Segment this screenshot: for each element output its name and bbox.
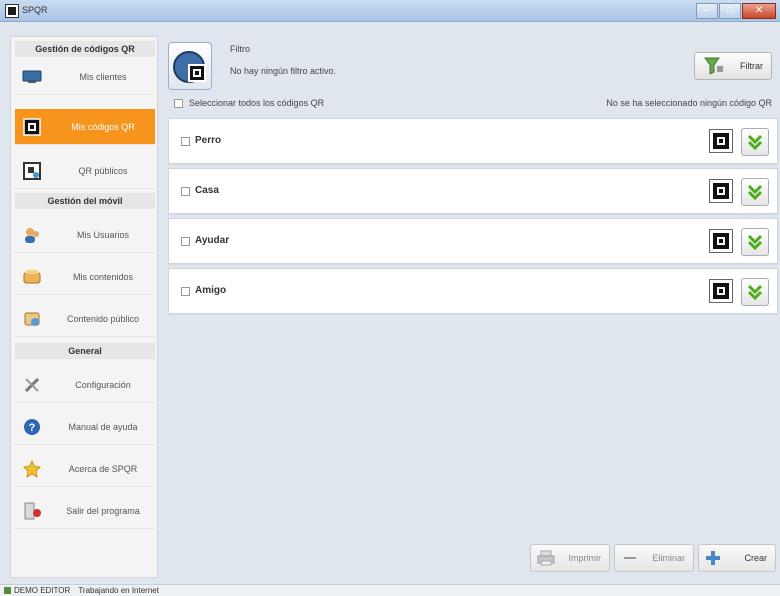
minus-icon (623, 553, 637, 563)
filter-panel: Filtro No hay ningún filtro activo. Filt… (168, 42, 778, 94)
qr-filter-icon (168, 42, 212, 90)
close-icon: ✕ (754, 5, 764, 16)
print-button[interactable]: Imprimir (530, 544, 610, 572)
create-label: Crear (744, 553, 767, 563)
row-checkbox[interactable] (181, 237, 190, 246)
chevron-double-down-icon (747, 134, 763, 151)
status-text: Trabajando en Internet (78, 586, 159, 595)
sidebar-item-label: Mis contenidos (72, 271, 134, 282)
filter-button[interactable]: Filtrar (694, 52, 772, 80)
sidebar-item-qr-publicos[interactable]: QR públicos (15, 153, 155, 189)
sidebar-item-acerca-de[interactable]: Acerca de SPQR (15, 451, 155, 487)
delete-label: Eliminar (652, 553, 685, 563)
qr-name: Perro (195, 135, 222, 146)
sidebar-item-label: Salir del programa (66, 505, 140, 516)
list-item: Perro (168, 118, 778, 164)
view-qr-button[interactable] (709, 279, 733, 303)
close-button[interactable]: ✕ (742, 3, 776, 19)
list-item: Casa (168, 168, 778, 214)
window-title: SPQR (22, 5, 48, 15)
sidebar-item-label: Mis códigos QR (71, 121, 135, 132)
sidebar-item-label: Configuración (75, 379, 131, 390)
expand-button[interactable] (741, 178, 769, 206)
maximize-button[interactable]: □ (719, 3, 741, 19)
qr-code-icon (21, 117, 43, 137)
sidebar-item-mis-usuarios[interactable]: Mis Usuarios (15, 217, 155, 253)
minimize-button[interactable]: – (696, 3, 718, 19)
svg-text:?: ? (29, 422, 36, 434)
select-all-checkbox[interactable] (174, 98, 183, 108)
expand-button[interactable] (741, 278, 769, 306)
section-header-qr: Gestión de códigos QR (15, 41, 155, 57)
funnel-icon (703, 56, 725, 76)
qr-name: Amigo (195, 285, 227, 296)
sidebar-item-contenido-publico[interactable]: Contenido público (15, 301, 155, 337)
expand-button[interactable] (741, 128, 769, 156)
sidebar-item-salir[interactable]: Salir del programa (15, 493, 155, 529)
section-header-movil: Gestión del móvil (15, 193, 155, 209)
printer-icon (537, 550, 555, 566)
sidebar-item-label: Contenido público (66, 313, 140, 324)
filter-title: Filtro (230, 44, 250, 54)
selection-info: No se ha seleccionado ningún código QR (606, 98, 772, 108)
exit-icon (21, 501, 43, 521)
sidebar-item-manual-ayuda[interactable]: ? Manual de ayuda (15, 409, 155, 445)
qr-code-icon (713, 183, 729, 199)
qr-name: Ayudar (195, 235, 230, 246)
select-all-label: Seleccionar todos los códigos QR (189, 98, 325, 108)
view-qr-button[interactable] (709, 179, 733, 203)
chevron-double-down-icon (747, 234, 763, 251)
row-checkbox[interactable] (181, 187, 190, 196)
public-content-icon (21, 309, 43, 329)
title-bar: SPQR – □ ✕ (0, 0, 780, 22)
delete-button[interactable]: Eliminar (614, 544, 694, 572)
sidebar-item-label: Acerca de SPQR (68, 463, 138, 474)
qr-code-icon (713, 133, 729, 149)
row-checkbox[interactable] (181, 287, 190, 296)
sidebar-item-mis-contenidos[interactable]: Mis contenidos (15, 259, 155, 295)
filter-status: No hay ningún filtro activo. (230, 66, 337, 76)
tools-icon (21, 375, 43, 395)
help-icon: ? (21, 417, 43, 437)
sidebar-item-label: Manual de ayuda (68, 421, 138, 432)
public-qr-icon (21, 161, 43, 181)
user-icon (4, 587, 11, 594)
expand-button[interactable] (741, 228, 769, 256)
view-qr-button[interactable] (709, 129, 733, 153)
row-checkbox[interactable] (181, 137, 190, 146)
sidebar-item-mis-codigos-qr[interactable]: Mis códigos QR (15, 109, 155, 145)
app-icon (5, 4, 19, 18)
qr-code-icon (713, 233, 729, 249)
view-qr-button[interactable] (709, 229, 733, 253)
filter-button-label: Filtrar (740, 61, 763, 71)
select-all[interactable]: Seleccionar todos los códigos QR (174, 98, 324, 108)
maximize-icon: □ (726, 5, 734, 16)
qr-name: Casa (195, 185, 219, 196)
window-controls: – □ ✕ (695, 3, 776, 19)
list-item: Amigo (168, 268, 778, 314)
sidebar-item-label: QR públicos (78, 165, 128, 176)
minimize-icon: – (704, 5, 710, 16)
sidebar-item-label: Mis clientes (79, 71, 127, 82)
status-user: DEMO EDITOR (14, 586, 71, 595)
status-bar: DEMO EDITOR Trabajando en Internet (0, 584, 780, 596)
create-button[interactable]: Crear (698, 544, 776, 572)
sidebar-item-label: Mis Usuarios (76, 229, 129, 240)
contents-icon (21, 267, 43, 287)
section-header-general: General (15, 343, 155, 359)
list-item: Ayudar (168, 218, 778, 264)
plus-icon (705, 550, 721, 566)
users-icon (21, 225, 43, 245)
print-label: Imprimir (568, 553, 602, 563)
monitor-icon (21, 67, 43, 87)
qr-code-icon (713, 283, 729, 299)
star-icon (21, 459, 43, 479)
sidebar-item-configuracion[interactable]: Configuración (15, 367, 155, 403)
chevron-double-down-icon (747, 184, 763, 201)
chevron-double-down-icon (747, 284, 763, 301)
sidebar: Gestión de códigos QR Mis clientes Mis c… (10, 36, 158, 578)
sidebar-item-mis-clientes[interactable]: Mis clientes (15, 59, 155, 95)
